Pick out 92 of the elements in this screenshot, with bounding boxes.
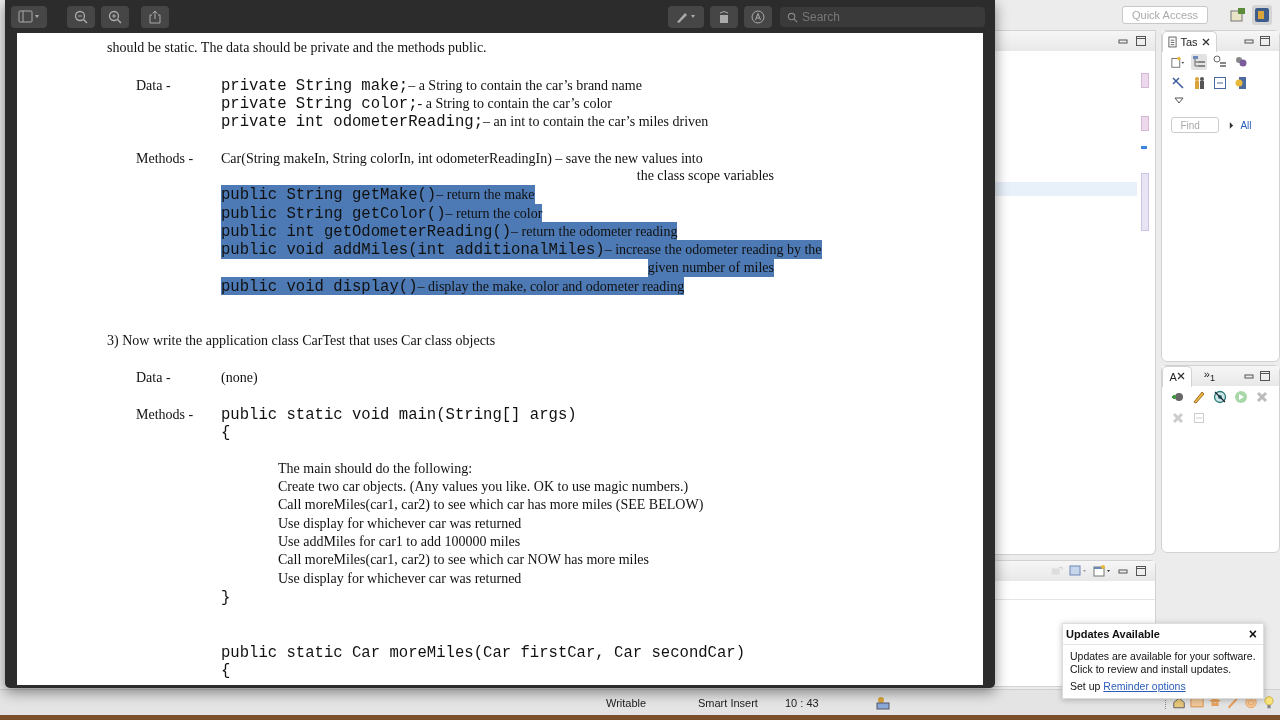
instruction-text: The main should do the following:	[278, 459, 473, 478]
section-label: Data -	[136, 77, 171, 93]
sidebar-toggle-button[interactable]	[11, 5, 47, 28]
new-window-icon[interactable]	[1093, 565, 1112, 577]
zoom-out-button[interactable]	[67, 5, 95, 28]
share-button[interactable]	[141, 5, 169, 28]
maximize-icon[interactable]	[1259, 35, 1271, 47]
description-text: the class scope variables	[636, 167, 774, 186]
close-icon[interactable]	[1200, 36, 1211, 47]
maximize-icon[interactable]	[1135, 35, 1148, 47]
code-text: public void addMiles(int additionalMiles)	[221, 241, 605, 260]
paragraph-text: should be static. The data should be private and the methods public.	[107, 39, 487, 57]
zoom-in-button[interactable]	[101, 5, 129, 28]
code-text: public String getMake()	[221, 186, 437, 205]
graduation-cap-icon[interactable]	[1208, 696, 1222, 709]
instruction-text: Use display for whichever car was returned	[278, 569, 522, 588]
java-perspective-icon[interactable]	[1252, 5, 1272, 25]
eye-crossed-icon[interactable]	[1212, 389, 1229, 405]
notification-text: Updates are available for your software.	[1070, 650, 1257, 663]
rotate-button[interactable]	[710, 5, 738, 28]
collapse-icon[interactable]	[1212, 75, 1229, 91]
annotation-marker	[1141, 73, 1150, 88]
instruction-text: Call moreMiles(car1, car2) to see which car NOW has more miles	[278, 551, 649, 570]
instruction-text: Create two car objects. (Any values you like. OK to use magic numbers.)	[278, 478, 689, 497]
markup-pen-button[interactable]	[668, 5, 704, 28]
sidebar-icon	[18, 9, 40, 24]
description-text: Car(String makeIn, String colorIn, int odometerReadingIn) – save the new values into	[221, 150, 703, 166]
description-text: - a String to contain the car’s color	[417, 95, 613, 111]
code-text: {	[221, 424, 231, 443]
view-menu-icon[interactable]	[1174, 97, 1185, 105]
annotation-marker	[1141, 146, 1148, 149]
close-button[interactable]: ×	[1248, 627, 1257, 641]
zoom-out-icon	[74, 9, 88, 24]
tab-label: Tas	[1180, 35, 1198, 48]
clock-list-icon[interactable]	[1212, 54, 1229, 70]
code-text: public void display()	[221, 277, 418, 296]
notification-text: Set up	[1070, 680, 1101, 692]
description-text: – a String to contain the car’s brand name	[408, 77, 642, 93]
markup-button[interactable]	[744, 5, 772, 28]
house-icon[interactable]	[1172, 696, 1186, 709]
status-text: Writable	[606, 696, 648, 709]
search-field[interactable]: Search	[780, 6, 985, 27]
code-text: public String getColor()	[221, 204, 446, 223]
all-link[interactable]: All	[1240, 119, 1252, 131]
description-text: – increase the odometer reading by the	[604, 242, 822, 258]
status-text: 10 : 43	[785, 696, 820, 709]
perspective-icon[interactable]	[1228, 5, 1248, 25]
code-text: public static Car moreMiles(Car firstCar, Car secondCar)	[221, 643, 746, 662]
book-icon[interactable]	[1190, 696, 1204, 709]
paragraph-text: 3) Now write the application class CarTest that uses Car class objects	[107, 331, 496, 350]
hierarchy-icon[interactable]	[1191, 54, 1208, 70]
description-text: – display the make, color and odometer reading	[417, 278, 685, 294]
zoom-in-icon	[108, 9, 122, 24]
description-text: – an int to contain the car’s miles driven	[483, 114, 709, 130]
light-bulb-icon[interactable]	[1264, 695, 1274, 710]
find-field[interactable]: Find	[1171, 117, 1220, 133]
code-text: public int getOdometerReading()	[221, 222, 512, 241]
document-icon	[1168, 35, 1178, 48]
code-text: private String color;	[221, 94, 418, 113]
description-text: – return the make	[436, 187, 535, 203]
status-text: Smart Insert	[698, 696, 759, 709]
section-label: Data -	[136, 370, 171, 386]
instruction-text: Use display for whichever car was returned	[278, 514, 522, 533]
expand-icon[interactable]	[1229, 120, 1235, 130]
annotation-marker	[1141, 173, 1150, 231]
instruction-text: Call moreMiles(car1, car2) to see which car has more miles (SEE BELOW)	[278, 496, 704, 515]
rotate-icon	[717, 9, 731, 24]
new-task-icon[interactable]	[1170, 54, 1187, 70]
quick-access-field[interactable]: Quick Access	[1122, 6, 1208, 24]
maximize-icon[interactable]	[1135, 565, 1148, 577]
section-label: Methods -	[136, 406, 194, 422]
wand-icon[interactable]	[1226, 696, 1240, 709]
task-list-tab[interactable]: Tas	[1162, 30, 1217, 52]
close-icon[interactable]	[1176, 371, 1187, 381]
share-icon	[148, 9, 162, 24]
description-text: (none)	[221, 370, 258, 386]
code-text: {	[221, 662, 231, 681]
code-text: }	[221, 588, 231, 607]
notification-text: Click to review and install updates.	[1070, 663, 1233, 676]
markup-icon	[751, 9, 765, 24]
section-label: Methods -	[136, 150, 194, 166]
code-text: public static void main(String[] args)	[221, 405, 577, 424]
maximize-icon[interactable]	[1259, 370, 1271, 382]
reminder-options-link[interactable]: Reminder options	[1103, 680, 1186, 692]
notification-title: Updates Available	[1066, 628, 1160, 640]
view-tab[interactable]: »$_{1}$	[1195, 366, 1229, 386]
code-text: private String make;	[221, 76, 409, 95]
annotation-marker	[1141, 116, 1150, 131]
search-icon	[787, 11, 798, 23]
view-tab[interactable]: A	[1162, 365, 1192, 387]
instruction-text: Use addMiles for car1 to add 100000 miles	[278, 533, 521, 551]
code-text: private int odometerReading;	[221, 113, 484, 132]
